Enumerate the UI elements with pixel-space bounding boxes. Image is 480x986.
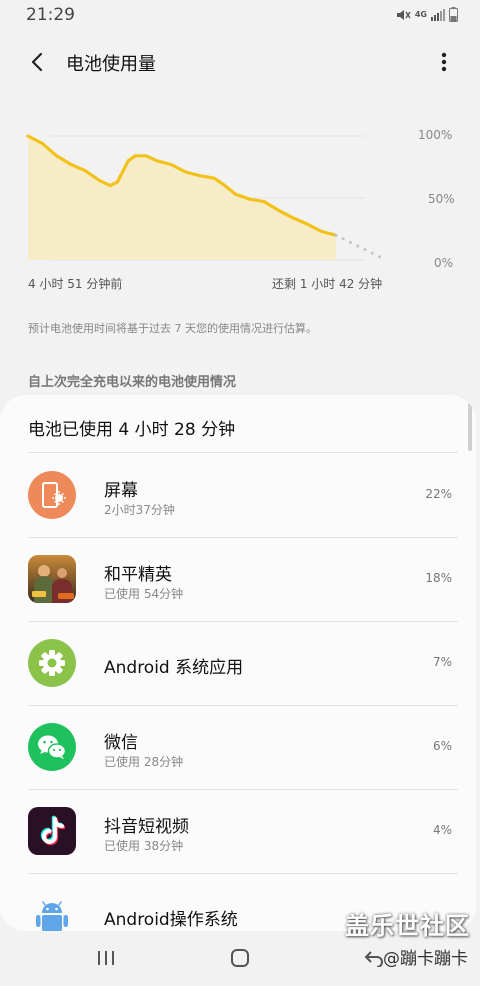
battery-usage-chart: 100% 50% 0% 4 小时 51 分钟前 还剩 1 小时 42 分钟 bbox=[0, 120, 480, 291]
app-name: 屏幕 bbox=[104, 481, 138, 501]
signal-icon bbox=[431, 8, 445, 21]
status-time: 21:29 bbox=[26, 5, 75, 25]
app-percent: 7% bbox=[432, 655, 452, 669]
chart-canvas bbox=[26, 134, 388, 262]
app-usage-time: 已使用 38分钟 bbox=[104, 839, 184, 853]
recents-icon bbox=[98, 951, 114, 965]
home-icon bbox=[231, 949, 249, 967]
projection-line bbox=[334, 233, 388, 262]
app-name: 抖音短视频 bbox=[104, 817, 189, 837]
app-bar: 电池使用量 bbox=[0, 40, 480, 84]
back-nav-icon bbox=[364, 951, 383, 967]
more-vertical-icon bbox=[441, 52, 447, 72]
tiktok-icon bbox=[28, 807, 76, 855]
app-percent: 22% bbox=[425, 487, 452, 501]
home-button[interactable] bbox=[220, 943, 260, 973]
game-peace-elite-icon bbox=[28, 555, 76, 603]
page-title: 电池使用量 bbox=[66, 54, 156, 75]
app-percent: 4% bbox=[432, 823, 452, 837]
usage-row-douyin[interactable]: 抖音短视频 已使用 38分钟 4% bbox=[0, 789, 476, 873]
estimate-note: 预计电池使用时间将基于过去 7 天您的使用情况进行估算。 bbox=[28, 322, 317, 335]
usage-row-android-system-apps[interactable]: Android 系统应用 7% bbox=[0, 621, 476, 705]
network-4g-icon: 4G bbox=[414, 9, 427, 19]
app-name: 微信 bbox=[104, 733, 138, 753]
y-tick-100: 100% bbox=[418, 128, 453, 142]
app-name: Android 系统应用 bbox=[104, 658, 244, 678]
usage-row-peace-elite[interactable]: 和平精英 已使用 54分钟 18% bbox=[0, 537, 476, 621]
app-usage-time: 已使用 54分钟 bbox=[104, 587, 184, 601]
battery-icon bbox=[449, 7, 458, 22]
app-usage-time: 已使用 28分钟 bbox=[104, 755, 184, 769]
usage-row-screen[interactable]: 屏幕 2小时37分钟 22% bbox=[0, 453, 476, 537]
usage-row-wechat[interactable]: 微信 已使用 28分钟 6% bbox=[0, 705, 476, 789]
app-percent: 18% bbox=[425, 571, 452, 585]
status-icons: 4G bbox=[395, 7, 458, 22]
app-name: 和平精英 bbox=[104, 565, 172, 585]
mute-icon bbox=[395, 8, 411, 22]
usage-total: 电池已使用 4 小时 28 分钟 bbox=[28, 420, 236, 440]
scrollbar-thumb[interactable] bbox=[468, 403, 472, 451]
y-tick-0: 0% bbox=[434, 256, 454, 270]
y-tick-50: 50% bbox=[428, 192, 455, 206]
chevron-left-icon bbox=[31, 52, 43, 72]
back-button[interactable] bbox=[22, 46, 54, 78]
watermark-title: 盖乐世社区 bbox=[345, 912, 470, 940]
wechat-icon bbox=[28, 723, 76, 771]
android-robot-icon bbox=[28, 891, 76, 931]
x-start-label: 4 小时 51 分钟前 bbox=[28, 277, 123, 291]
section-header: 自上次完全充电以来的电池使用情况 bbox=[28, 375, 237, 390]
screen-brightness-icon bbox=[28, 471, 76, 519]
more-options-button[interactable] bbox=[432, 46, 456, 78]
app-name: Android操作系统 bbox=[104, 910, 238, 930]
x-end-label: 还剩 1 小时 42 分钟 bbox=[272, 277, 383, 291]
gear-icon bbox=[28, 639, 76, 687]
watermark-user: @蹦卡蹦卡 bbox=[383, 949, 468, 969]
usage-card: 电池已使用 4 小时 28 分钟 屏幕 2小时37分钟 22% 和平精英 已使用… bbox=[0, 395, 476, 931]
app-percent: 6% bbox=[432, 739, 452, 753]
status-bar: 21:29 4G bbox=[0, 0, 480, 32]
recents-button[interactable] bbox=[86, 943, 126, 973]
app-usage-time: 2小时37分钟 bbox=[104, 503, 175, 517]
